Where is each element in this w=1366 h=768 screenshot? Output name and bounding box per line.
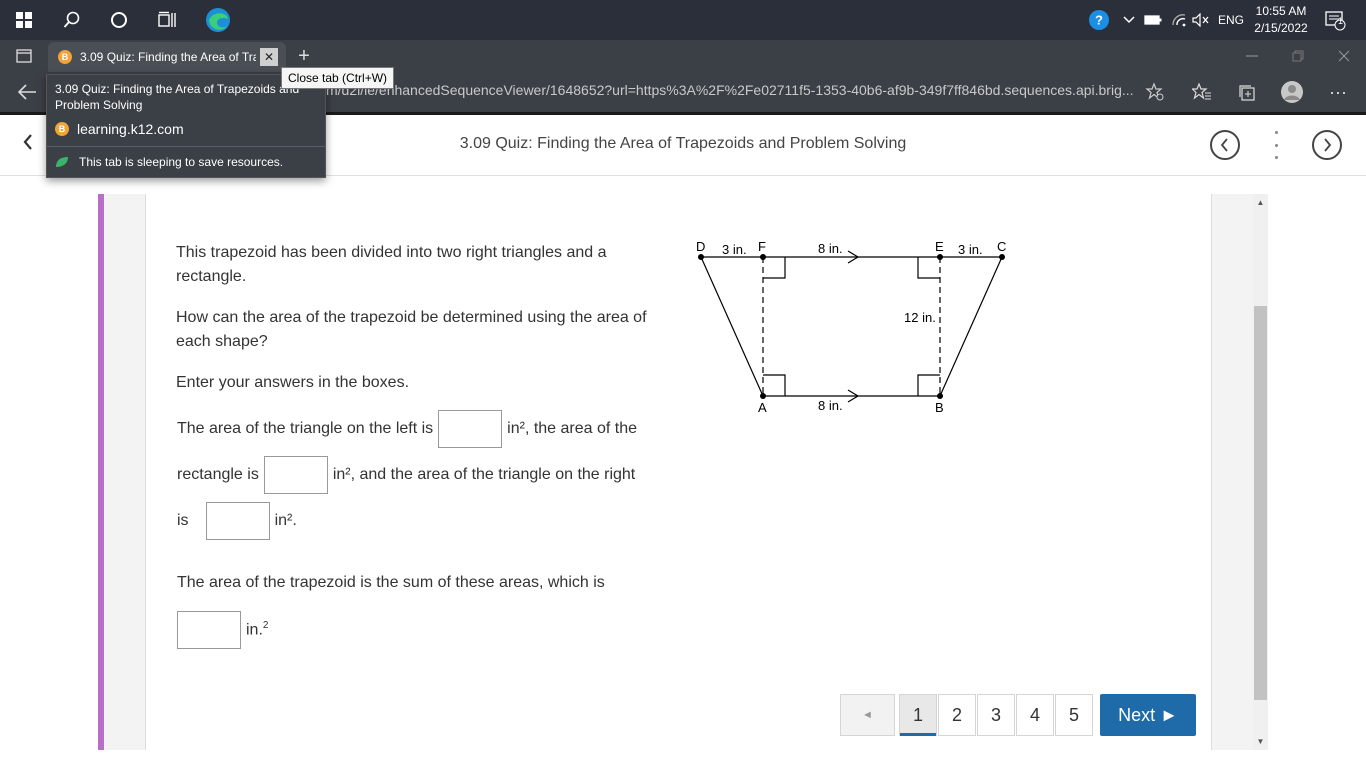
- label-f: F: [758, 239, 766, 254]
- tab-title: 3.09 Quiz: Finding the Area of Trapezoid…: [80, 50, 256, 64]
- trapezoid-area-input[interactable]: [177, 611, 241, 649]
- question-paragraph-2: How can the area of the trapezoid be det…: [176, 309, 647, 350]
- battery-icon[interactable]: [1142, 0, 1164, 40]
- label-bottom-length: 8 in.: [818, 398, 843, 413]
- answer-line-3-prefix: is: [177, 512, 189, 529]
- previous-lesson-button[interactable]: [1210, 130, 1240, 160]
- back-arrow-icon[interactable]: [12, 78, 42, 106]
- answer-line-1: The area of the triangle on the left is …: [177, 410, 637, 448]
- answer-line-5-unit: in.: [246, 621, 263, 639]
- restore-icon[interactable]: [1276, 36, 1320, 76]
- left-gutter: [104, 194, 146, 750]
- hover-card-title: 3.09 Quiz: Finding the Area of Trapezoid…: [55, 82, 300, 112]
- label-height: 12 in.: [904, 310, 936, 325]
- svg-text:?: ?: [1095, 13, 1103, 28]
- k12-favicon-icon: B: [55, 122, 69, 136]
- k12-favicon-icon: B: [58, 50, 72, 64]
- collections-icon[interactable]: [1231, 78, 1261, 106]
- label-e: E: [935, 239, 944, 254]
- minimize-icon[interactable]: [1230, 36, 1274, 76]
- label-b: B: [935, 400, 944, 415]
- close-icon[interactable]: ✕: [260, 48, 278, 66]
- chevron-left-icon: [1220, 138, 1228, 152]
- left-triangle-area-input[interactable]: [438, 410, 503, 448]
- windows-taskbar: ? ENG 10:55 AM 2/15/2022 1: [0, 0, 1366, 40]
- page-button-2[interactable]: 2: [938, 694, 976, 736]
- help-icon[interactable]: ?: [1086, 0, 1112, 40]
- answer-line-1-prefix: The area of the triangle on the left is: [177, 420, 434, 437]
- wifi-icon[interactable]: [1168, 0, 1190, 40]
- chevron-right-icon: [1324, 138, 1332, 152]
- right-gutter: [1211, 194, 1253, 750]
- label-top-right-length: 3 in.: [958, 242, 983, 257]
- leaf-icon: [56, 157, 68, 167]
- language-indicator[interactable]: ENG: [1214, 0, 1248, 40]
- label-top-left-length: 3 in.: [722, 242, 747, 257]
- rectangle-area-input[interactable]: [263, 456, 328, 494]
- search-icon[interactable]: [50, 0, 94, 40]
- speaker-muted-icon[interactable]: [1190, 0, 1212, 40]
- clock-date: 2/15/2022: [1254, 21, 1308, 35]
- browser-tab[interactable]: B 3.09 Quiz: Finding the Area of Trapezo…: [48, 42, 286, 72]
- superscript-two: 2: [262, 620, 269, 632]
- tab-hover-card: 3.09 Quiz: Finding the Area of Trapezoid…: [46, 74, 326, 178]
- hover-card-divider: [47, 146, 325, 147]
- label-c: C: [997, 239, 1006, 254]
- right-triangle-area-input[interactable]: [205, 502, 270, 540]
- page-button-4[interactable]: 4: [1016, 694, 1054, 736]
- tab-actions-icon[interactable]: [4, 36, 44, 76]
- answer-line-2-suffix: in², and the area of the triangle on the…: [332, 466, 636, 483]
- label-top-middle-length: 8 in.: [818, 241, 843, 256]
- page-button-1[interactable]: 1: [899, 694, 937, 736]
- label-a: A: [758, 400, 767, 415]
- label-d: D: [696, 239, 705, 254]
- scroll-down-arrow-icon[interactable]: ▼: [1254, 735, 1267, 747]
- answer-line-2: rectangle is in², and the area of the tr…: [177, 456, 635, 494]
- clock-time: 10:55 AM: [1255, 4, 1307, 18]
- notification-count: 1: [1338, 16, 1344, 26]
- notification-icon[interactable]: 1: [1320, 0, 1350, 40]
- hover-card-domain-text: learning.k12.com: [77, 121, 184, 137]
- next-lesson-button[interactable]: [1312, 130, 1342, 160]
- question-paragraph-1: This trapezoid has been divided into two…: [176, 244, 607, 285]
- task-view-icon[interactable]: [145, 0, 189, 40]
- answer-line-5-suffix: in.2: [246, 620, 268, 639]
- hover-card-sleep-note: This tab is sleeping to save resources.: [55, 155, 283, 169]
- edge-icon[interactable]: [196, 0, 240, 40]
- answer-line-3: is in².: [177, 502, 297, 540]
- add-favorite-icon[interactable]: [1140, 78, 1170, 106]
- sleep-note-text: This tab is sleeping to save resources.: [79, 155, 284, 169]
- scroll-up-arrow-icon[interactable]: ▲: [1254, 196, 1267, 208]
- answer-line-1-suffix: in², the area of the: [507, 420, 638, 437]
- answer-line-3-suffix: in².: [274, 512, 297, 529]
- hover-card-domain: B learning.k12.com: [55, 121, 184, 137]
- window-close-icon[interactable]: [1322, 36, 1366, 76]
- page-button-3[interactable]: 3: [977, 694, 1015, 736]
- more-vertical-icon[interactable]: [1271, 131, 1281, 159]
- more-options-icon[interactable]: ···: [1323, 78, 1353, 106]
- system-clock[interactable]: 10:55 AM 2/15/2022: [1246, 3, 1316, 37]
- previous-page-button[interactable]: ◄: [840, 694, 895, 736]
- favorites-icon[interactable]: [1187, 78, 1217, 106]
- scrollbar-thumb[interactable]: [1254, 306, 1267, 700]
- tab-strip: B 3.09 Quiz: Finding the Area of Trapezo…: [0, 40, 1366, 72]
- answer-line-2-prefix: rectangle is: [177, 466, 259, 483]
- trapezoid-diagram: D F E C A B 3 in. 8 in. 3 in. 12 in. 8 i…: [696, 239, 1006, 415]
- windows-start-icon[interactable]: [2, 0, 46, 40]
- question-pager: ◄ 1 2 3 4 5: [840, 694, 1094, 736]
- answer-line-4: The area of the trapezoid is the sum of …: [177, 574, 605, 591]
- cortana-icon[interactable]: [97, 0, 141, 40]
- close-tab-tooltip: Close tab (Ctrl+W): [281, 67, 395, 89]
- question-instructions: Enter your answers in the boxes.: [176, 374, 410, 391]
- chevron-up-icon[interactable]: [1118, 0, 1140, 40]
- answer-line-5: in.2: [172, 611, 268, 649]
- profile-avatar-icon[interactable]: [1277, 78, 1307, 106]
- next-button[interactable]: Next ►: [1100, 694, 1196, 736]
- url-field[interactable]: m/d2l/le/enhancedSequenceViewer/1648652?…: [326, 82, 1146, 98]
- page-button-5[interactable]: 5: [1055, 694, 1093, 736]
